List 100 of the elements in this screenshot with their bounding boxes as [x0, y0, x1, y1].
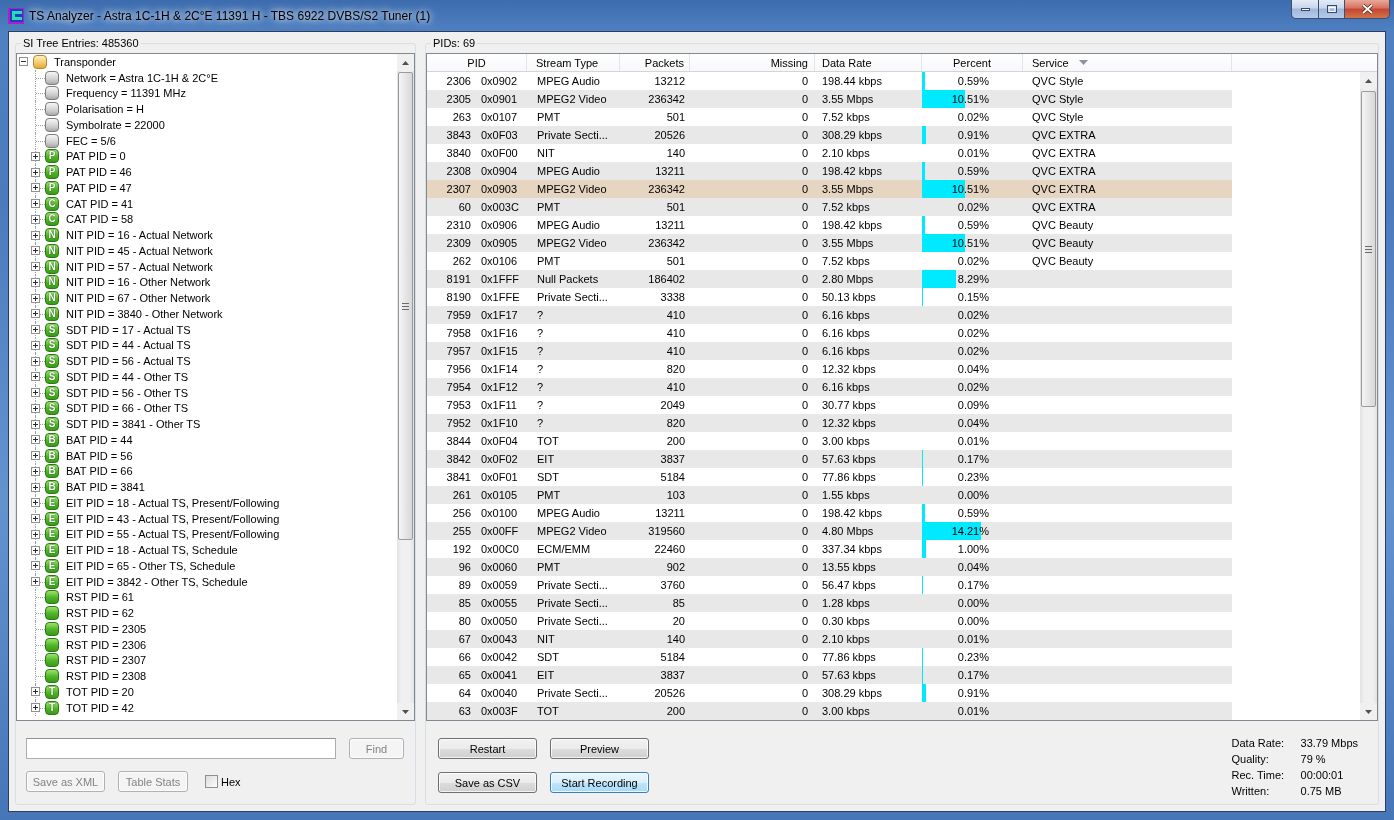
expand-icon[interactable] [31, 451, 40, 461]
expand-icon[interactable] [31, 199, 40, 209]
column-header[interactable]: Percent [922, 54, 1023, 71]
preview-button[interactable]: Preview [550, 738, 649, 759]
tree-item[interactable]: NIT PID = 57 - Actual Network [66, 259, 213, 274]
expand-icon[interactable] [31, 277, 40, 287]
tree-item[interactable]: CAT PID = 41 [66, 196, 134, 211]
collapse-icon[interactable] [19, 57, 28, 67]
table-row[interactable]: 7954 0x1F12 ? 410 0 6.16 kbps 0.02% [427, 378, 1232, 396]
tree-item[interactable]: SDT PID = 66 - Other TS [66, 401, 189, 416]
column-header[interactable]: Packets [620, 54, 690, 71]
tree-item[interactable]: RST PID = 61 [66, 590, 134, 605]
expand-icon[interactable] [31, 703, 40, 713]
column-header[interactable]: Service [1023, 54, 1232, 71]
tree-item[interactable]: Transponder [54, 54, 116, 69]
tree-item[interactable]: NIT PID = 45 - Actual Network [66, 243, 213, 258]
save-csv-button[interactable]: Save as CSV [438, 772, 537, 793]
expand-icon[interactable] [31, 262, 40, 272]
checkbox-label[interactable]: Hex [221, 775, 241, 788]
tree-item[interactable]: BAT PID = 3841 [66, 480, 145, 495]
tree-item[interactable]: EIT PID = 65 - Other TS, Schedule [66, 558, 236, 573]
expand-icon[interactable] [31, 340, 40, 350]
table-row[interactable]: 8191 0x1FFF Null Packets 186402 0 2.80 Mbps 8.29% [427, 270, 1232, 288]
tree-item[interactable]: SDT PID = 56 - Actual TS [66, 354, 191, 369]
table-row[interactable]: 261 0x0105 PMT 103 0 1.55 kbps 0.00% [427, 486, 1232, 504]
tree-item[interactable]: PAT PID = 46 [66, 165, 132, 180]
tree-item[interactable]: FEC = 5/6 [66, 133, 116, 148]
expand-icon[interactable] [31, 214, 40, 224]
column-header[interactable]: Stream Type [527, 54, 620, 71]
scrollbar-thumb[interactable] [1361, 91, 1376, 407]
tree-item[interactable]: SDT PID = 17 - Actual TS [66, 322, 191, 337]
tree-item[interactable]: RST PID = 2306 [66, 637, 147, 652]
column-header[interactable]: Data Rate [815, 54, 922, 71]
tree-item[interactable]: EIT PID = 55 - Actual TS, Present/Following [66, 527, 280, 542]
expand-icon[interactable] [31, 435, 40, 445]
tree-item[interactable]: RST PID = 2307 [66, 653, 147, 668]
tree-item[interactable]: BAT PID = 56 [66, 448, 133, 463]
restart-button[interactable]: Restart [438, 738, 537, 759]
tree-item[interactable]: PAT PID = 47 [66, 180, 132, 195]
tree-item[interactable]: NIT PID = 16 - Other Network [66, 275, 211, 290]
expand-icon[interactable] [31, 561, 40, 571]
table-row[interactable]: 7952 0x1F10 ? 820 0 12.32 kbps 0.04% [427, 414, 1232, 432]
table-row[interactable]: 60 0x003C PMT 501 0 7.52 kbps 0.02% QVC EXTRA [427, 198, 1232, 216]
tree-item[interactable]: EIT PID = 18 - Actual TS, Present/Following [66, 495, 280, 510]
tree-item[interactable]: SDT PID = 44 - Actual TS [66, 338, 191, 353]
table-row[interactable]: 63 0x003F TOT 200 0 3.00 kbps 0.01% [427, 702, 1232, 720]
table-row[interactable]: 67 0x0043 NIT 140 0 2.10 kbps 0.01% [427, 630, 1232, 648]
tree-item[interactable]: Network = Astra 1C-1H & 2C°E [66, 70, 219, 85]
expand-icon[interactable] [31, 687, 40, 697]
expand-icon[interactable] [31, 325, 40, 335]
tree-item[interactable]: NIT PID = 67 - Other Network [66, 291, 211, 306]
expand-icon[interactable] [31, 529, 40, 539]
tree-item[interactable]: BAT PID = 66 [66, 464, 133, 479]
expand-icon[interactable] [31, 403, 40, 413]
table-row[interactable]: 2308 0x0904 MPEG Audio 13211 0 198.42 kbps 0.59% QVC EXTRA [427, 162, 1232, 180]
minimize-button[interactable] [1291, 0, 1319, 19]
column-header[interactable]: PID [427, 54, 527, 71]
expand-icon[interactable] [31, 309, 40, 319]
scrollbar-thumb[interactable] [398, 72, 413, 540]
table-row[interactable]: 3843 0x0F03 Private Secti... 20526 0 308.29 kbps 0.91% QVC EXTRA [427, 126, 1232, 144]
tree-item[interactable]: TOT PID = 20 [66, 684, 134, 699]
expand-icon[interactable] [31, 151, 40, 161]
tree-item[interactable]: BAT PID = 44 [66, 432, 133, 447]
table-row[interactable]: 7959 0x1F17 ? 410 0 6.16 kbps 0.02% [427, 306, 1232, 324]
tree-item[interactable]: RST PID = 2305 [66, 621, 147, 636]
table-row[interactable]: 7957 0x1F15 ? 410 0 6.16 kbps 0.02% [427, 342, 1232, 360]
tree-item[interactable]: EIT PID = 18 - Actual TS, Schedule [66, 543, 238, 558]
tree-item[interactable]: PAT PID = 0 [66, 149, 126, 164]
tree-item[interactable]: CAT PID = 58 [66, 212, 134, 227]
table-row[interactable]: 85 0x0055 Private Secti... 85 0 1.28 kbps 0.00% [427, 594, 1232, 612]
expand-icon[interactable] [31, 230, 40, 240]
expand-icon[interactable] [31, 246, 40, 256]
expand-icon[interactable] [31, 293, 40, 303]
tree-item[interactable]: NIT PID = 3840 - Other Network [66, 306, 223, 321]
expand-icon[interactable] [31, 466, 40, 476]
expand-icon[interactable] [31, 372, 40, 382]
checkbox[interactable] [205, 775, 218, 788]
expand-icon[interactable] [31, 167, 40, 177]
tree-item[interactable]: RST PID = 2308 [66, 669, 147, 684]
tree-item[interactable]: RST PID = 62 [66, 606, 134, 621]
tree-item[interactable]: Symbolrate = 22000 [66, 117, 165, 132]
maximize-button[interactable] [1318, 0, 1345, 19]
tree-item[interactable]: SDT PID = 3841 - Other TS [66, 417, 201, 432]
table-row[interactable]: 65 0x0041 EIT 3837 0 57.63 kbps 0.17% [427, 666, 1232, 684]
table-row[interactable]: 96 0x0060 PMT 902 0 13.55 kbps 0.04% [427, 558, 1232, 576]
expand-icon[interactable] [31, 498, 40, 508]
expand-icon[interactable] [31, 183, 40, 193]
tree-item[interactable]: TOT PID = 42 [66, 700, 134, 715]
tree-item[interactable]: NIT PID = 16 - Actual Network [66, 228, 213, 243]
column-header[interactable]: Missing [690, 54, 815, 71]
table-row[interactable]: 3842 0x0F02 EIT 3837 0 57.63 kbps 0.17% [427, 450, 1232, 468]
close-button[interactable] [1344, 0, 1390, 19]
expand-icon[interactable] [31, 419, 40, 429]
tree-item[interactable]: SDT PID = 56 - Other TS [66, 385, 189, 400]
tree-item[interactable]: EIT PID = 3842 - Other TS, Schedule [66, 574, 248, 589]
expand-icon[interactable] [31, 388, 40, 398]
expand-icon[interactable] [31, 356, 40, 366]
tree-item[interactable]: Frequency = 11391 MHz [66, 86, 186, 101]
start-recording-button[interactable]: Start Recording [550, 772, 649, 793]
expand-icon[interactable] [31, 482, 40, 492]
